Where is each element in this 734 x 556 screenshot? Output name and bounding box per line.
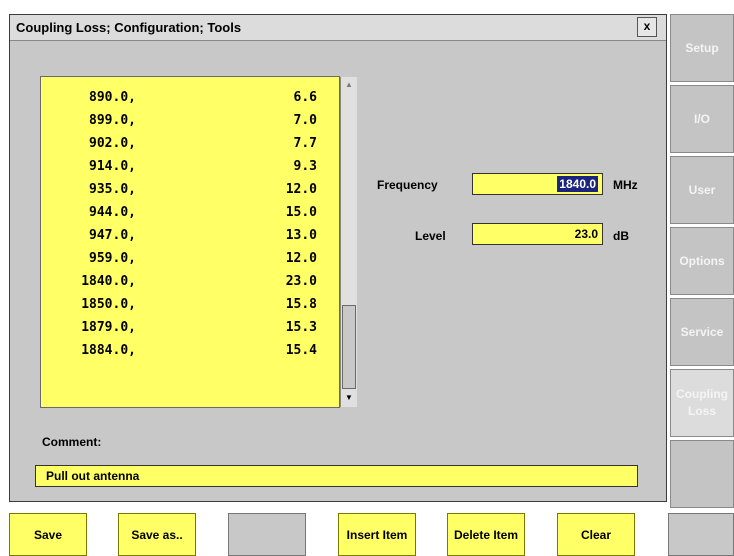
row-frequency: 1884.0, [81,343,136,358]
row-frequency: 1840.0, [81,274,136,289]
list-scrollbar[interactable]: ▲ ▼ [340,77,357,407]
delete-item-button[interactable]: Delete Item [447,513,525,556]
title-bar: Coupling Loss; Configuration; Tools x [10,15,666,41]
table-row[interactable]: 914.0, 9.3 [41,156,341,178]
comment-label: Comment: [42,435,102,449]
row-level: 6.6 [293,90,317,105]
row-frequency: 944.0, [89,205,136,220]
scroll-up-arrow-icon[interactable]: ▲ [341,77,357,93]
row-level: 12.0 [285,251,317,266]
row-frequency: 902.0, [89,136,136,151]
side-button-service[interactable]: Service [670,298,734,366]
insert-item-button[interactable]: Insert Item [338,513,416,556]
table-row[interactable]: 1840.0, 23.0 [41,271,341,293]
frequency-field[interactable]: 1840.0 [472,173,603,195]
clear-button[interactable]: Clear [557,513,635,556]
row-level: 12.0 [285,182,317,197]
row-frequency: 947.0, [89,228,136,243]
row-frequency: 914.0, [89,159,136,174]
side-button-coupling-loss[interactable]: Coupling Loss [670,369,734,437]
table-row[interactable]: 1879.0, 15.3 [41,317,341,339]
row-frequency: 1850.0, [81,297,136,312]
table-row[interactable]: 944.0, 15.0 [41,202,341,224]
scroll-down-arrow-icon[interactable]: ▼ [341,390,357,406]
side-button-empty[interactable] [670,440,734,508]
row-level: 15.4 [285,343,317,358]
table-row[interactable]: 899.0, 7.0 [41,110,341,132]
side-button-io[interactable]: I/O [670,85,734,153]
dialog-title: Coupling Loss; Configuration; Tools [16,20,242,35]
row-frequency: 890.0, [89,90,136,105]
scrollbar-thumb[interactable] [342,305,356,389]
coupling-table-list[interactable]: 890.0, 6.6 899.0, 7.0 902.0, 7.7 914.0, … [40,76,357,408]
level-field[interactable]: 23.0 [472,223,603,245]
save-as-button[interactable]: Save as.. [118,513,196,556]
side-button-user[interactable]: User [670,156,734,224]
coupling-loss-dialog: Coupling Loss; Configuration; Tools x 89… [9,14,667,502]
side-button-setup[interactable]: Setup [670,14,734,82]
side-button-options[interactable]: Options [670,227,734,295]
frequency-label: Frequency [377,178,438,192]
close-button[interactable]: x [637,17,657,37]
save-button[interactable]: Save [9,513,87,556]
comment-field[interactable]: Pull out antenna [35,465,638,487]
row-frequency: 1879.0, [81,320,136,335]
row-level: 23.0 [285,274,317,289]
row-frequency: 959.0, [89,251,136,266]
row-frequency: 899.0, [89,113,136,128]
row-level: 7.7 [293,136,317,151]
row-level: 15.3 [285,320,317,335]
level-unit: dB [613,229,629,243]
row-level: 15.8 [285,297,317,312]
empty-softkey-button[interactable] [228,513,306,556]
row-level: 9.3 [293,159,317,174]
frequency-value: 1840.0 [557,176,598,192]
table-row[interactable]: 1884.0, 15.4 [41,340,341,362]
row-level: 13.0 [285,228,317,243]
frequency-unit: MHz [613,178,638,192]
table-row[interactable]: 902.0, 7.7 [41,133,341,155]
table-row[interactable]: 947.0, 13.0 [41,225,341,247]
empty-right-softkey-button[interactable] [668,513,734,556]
table-row[interactable]: 935.0, 12.0 [41,179,341,201]
table-row[interactable]: 890.0, 6.6 [41,87,341,109]
level-label: Level [415,229,446,243]
table-row[interactable]: 959.0, 12.0 [41,248,341,270]
row-level: 15.0 [285,205,317,220]
table-row[interactable]: 1850.0, 15.8 [41,294,341,316]
row-level: 7.0 [293,113,317,128]
row-frequency: 935.0, [89,182,136,197]
